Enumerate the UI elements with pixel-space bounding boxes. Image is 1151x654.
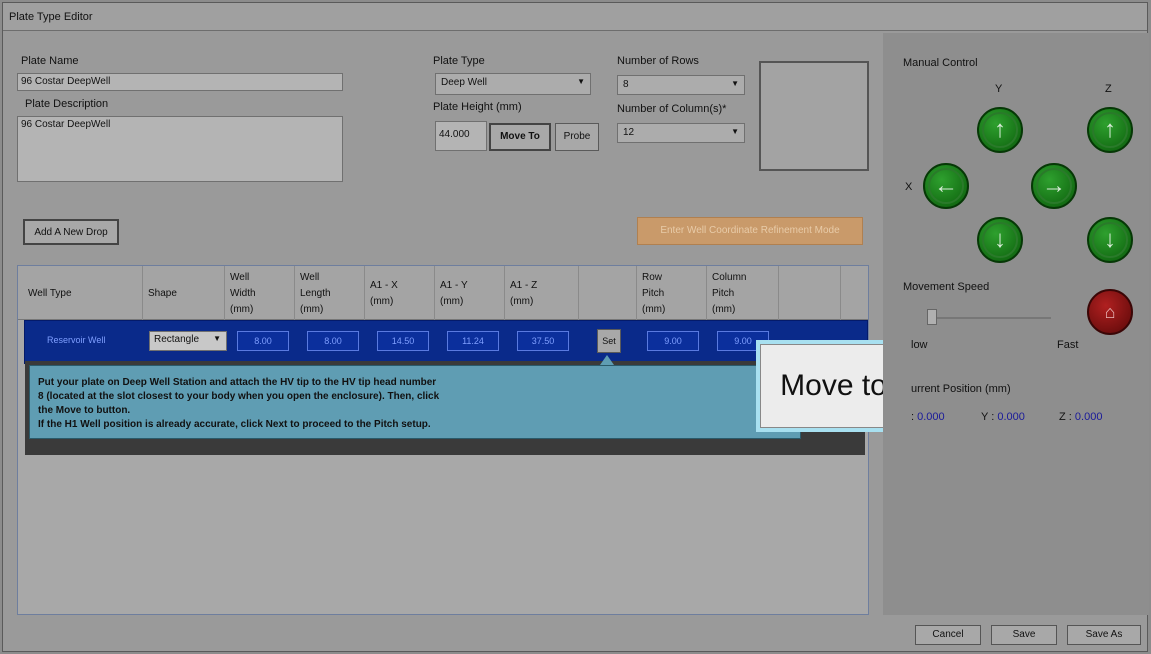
speed-slow-label: low <box>911 339 928 351</box>
well-length-input[interactable]: 8.00 <box>307 331 359 351</box>
save-as-button[interactable]: Save As <box>1067 625 1141 645</box>
z-up-button[interactable]: ↑ <box>1087 107 1133 153</box>
plate-height-input[interactable]: 44.000 <box>435 121 487 151</box>
header-well-length: Well Length (mm) <box>300 272 331 315</box>
chevron-down-icon: ▼ <box>731 127 739 136</box>
y-axis-label: Y <box>995 83 1003 95</box>
a1-x-input[interactable]: 14.50 <box>377 331 429 351</box>
instruction-text: Put your plate on Deep Well Station and … <box>38 377 440 430</box>
arrow-down-icon: ↓ <box>994 226 1006 253</box>
a1-z-input[interactable]: 37.50 <box>517 331 569 351</box>
x-left-button[interactable]: ← <box>923 163 969 209</box>
well-type-cell: Reservoir Well <box>47 335 106 345</box>
well-width-input[interactable]: 8.00 <box>237 331 289 351</box>
title-bar: Plate Type Editor <box>3 3 1147 31</box>
home-icon: ⌂ <box>1104 302 1116 322</box>
columns-value: 12 <box>623 127 635 138</box>
cancel-button[interactable]: Cancel <box>915 625 981 645</box>
speed-slider-track[interactable] <box>927 317 1051 319</box>
header-row-pitch: Row Pitch (mm) <box>642 272 666 315</box>
header-a1-y: A1 - Y (mm) <box>440 280 468 307</box>
grid-header: Well Type Shape Well Width (mm) Well Length… <box>18 266 868 320</box>
header-a1-z: A1 - Z (mm) <box>510 280 538 307</box>
plate-preview <box>759 61 869 171</box>
chevron-down-icon: ▼ <box>731 79 739 88</box>
row-pitch-input[interactable]: 9.00 <box>647 331 699 351</box>
plate-type-value: Deep Well <box>441 77 487 88</box>
shape-value: Rectangle <box>154 334 200 345</box>
speed-fast-label: Fast <box>1057 339 1079 351</box>
save-button[interactable]: Save <box>991 625 1057 645</box>
plate-type-label: Plate Type <box>433 55 485 67</box>
plate-description-label: Plate Description <box>25 98 109 110</box>
arrow-up-icon: ↑ <box>1104 116 1116 143</box>
y-position: Y : 0.000 <box>981 411 1025 423</box>
speed-slider-thumb[interactable] <box>927 309 937 325</box>
columns-select[interactable]: 12 ▼ <box>617 123 745 143</box>
add-new-drop-button[interactable]: Add A New Drop <box>23 219 119 245</box>
header-col-pitch: Column Pitch (mm) <box>712 272 747 315</box>
set-button[interactable]: Set <box>597 329 621 353</box>
plate-type-editor-window: Plate Type Editor Plate Name 96 Costar D… <box>2 2 1149 652</box>
y-down-button[interactable]: ↓ <box>977 217 1023 263</box>
columns-label: Number of Column(s)* <box>617 103 727 115</box>
rows-value: 8 <box>623 79 629 90</box>
x-right-button[interactable]: → <box>1031 163 1077 209</box>
manual-control-panel: Manual Control Y Z X ↑ ↑ ← → ↓ ↓ Movemen… <box>883 33 1149 615</box>
arrow-right-icon: → <box>1042 172 1066 199</box>
home-button[interactable]: ⌂ <box>1087 289 1133 335</box>
arrow-left-icon: ← <box>934 172 958 199</box>
x-axis-label: X <box>905 181 913 193</box>
header-well-type: Well Type <box>28 288 72 299</box>
a1-y-input[interactable]: 11.24 <box>447 331 499 351</box>
instruction-tooltip: Put your plate on Deep Well Station and … <box>29 365 801 439</box>
z-down-button[interactable]: ↓ <box>1087 217 1133 263</box>
move-to-button[interactable]: Move To <box>489 123 551 151</box>
refinement-mode-button[interactable]: Enter Well Coordinate Refinement Mode <box>637 217 863 245</box>
arrow-up-icon: ↑ <box>994 116 1006 143</box>
plate-name-label: Plate Name <box>21 55 79 67</box>
shape-select[interactable]: Rectangle ▼ <box>149 331 227 351</box>
x-position: : 0.000 <box>911 411 945 423</box>
probe-button[interactable]: Probe <box>555 123 599 151</box>
header-a1-x: A1 - X (mm) <box>370 280 398 307</box>
window-title: Plate Type Editor <box>9 11 93 23</box>
current-position-label: urrent Position (mm) <box>911 383 1011 395</box>
tooltip-pointer <box>600 355 614 365</box>
chevron-down-icon: ▼ <box>577 77 585 86</box>
manual-control-title: Manual Control <box>903 57 978 69</box>
plate-height-label: Plate Height (mm) <box>433 101 522 113</box>
plate-description-input[interactable]: 96 Costar DeepWell <box>17 116 343 182</box>
header-shape: Shape <box>148 288 177 299</box>
z-axis-label: Z <box>1105 83 1112 95</box>
plate-name-input[interactable]: 96 Costar DeepWell <box>17 73 343 91</box>
y-up-button[interactable]: ↑ <box>977 107 1023 153</box>
rows-label: Number of Rows <box>617 55 699 67</box>
movement-speed-label: Movement Speed <box>903 281 990 293</box>
z-position: Z : 0.000 <box>1059 411 1103 423</box>
rows-select[interactable]: 8 ▼ <box>617 75 745 95</box>
plate-type-select[interactable]: Deep Well ▼ <box>435 73 591 95</box>
table-row[interactable]: Reservoir Well Rectangle ▼ 8.00 8.00 14.… <box>24 320 868 364</box>
chevron-down-icon: ▼ <box>213 334 221 343</box>
header-well-width: Well Width (mm) <box>230 272 256 315</box>
arrow-down-icon: ↓ <box>1104 226 1116 253</box>
